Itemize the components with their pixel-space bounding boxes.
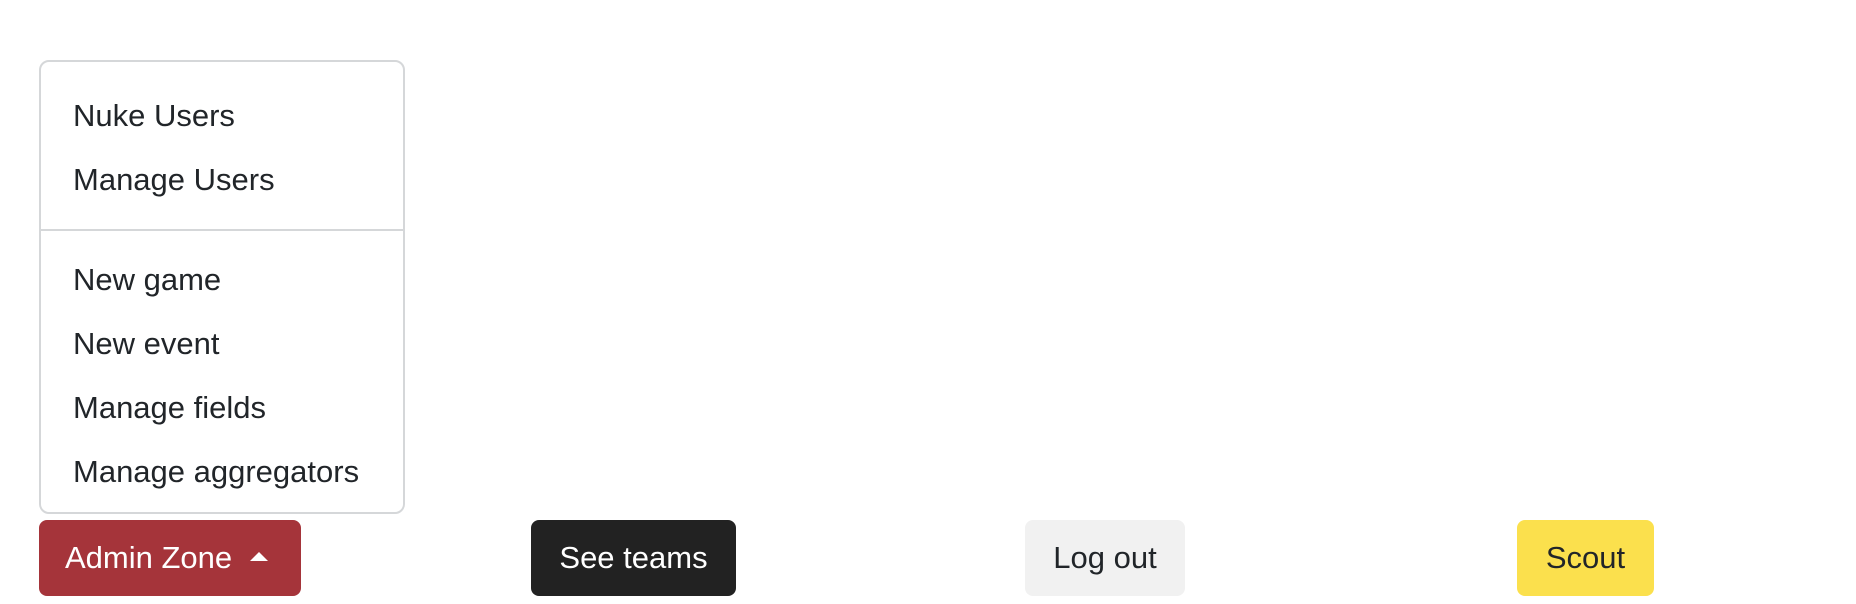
see-teams-label: See teams — [559, 540, 708, 575]
see-teams-button[interactable]: See teams — [531, 520, 736, 596]
menu-item-new-game[interactable]: New game — [41, 248, 403, 312]
log-out-label: Log out — [1053, 540, 1157, 575]
menu-item-manage-users[interactable]: Manage Users — [41, 148, 403, 212]
menu-item-manage-aggregators[interactable]: Manage aggregators — [41, 440, 403, 504]
page: Nuke Users Manage Users New game New eve… — [0, 0, 1856, 604]
admin-zone-button[interactable]: Admin Zone — [39, 520, 301, 596]
log-out-button[interactable]: Log out — [1025, 520, 1185, 596]
caret-up-icon — [250, 551, 269, 561]
scout-label: Scout — [1545, 540, 1626, 575]
admin-zone-label: Admin Zone — [65, 540, 233, 575]
menu-divider — [41, 229, 403, 231]
menu-item-new-event[interactable]: New event — [41, 312, 403, 376]
admin-zone-dropdown-menu: Nuke Users Manage Users New game New eve… — [39, 60, 405, 514]
menu-item-nuke-users[interactable]: Nuke Users — [41, 84, 403, 148]
scout-button[interactable]: Scout — [1517, 520, 1654, 596]
menu-item-manage-fields[interactable]: Manage fields — [41, 376, 403, 440]
